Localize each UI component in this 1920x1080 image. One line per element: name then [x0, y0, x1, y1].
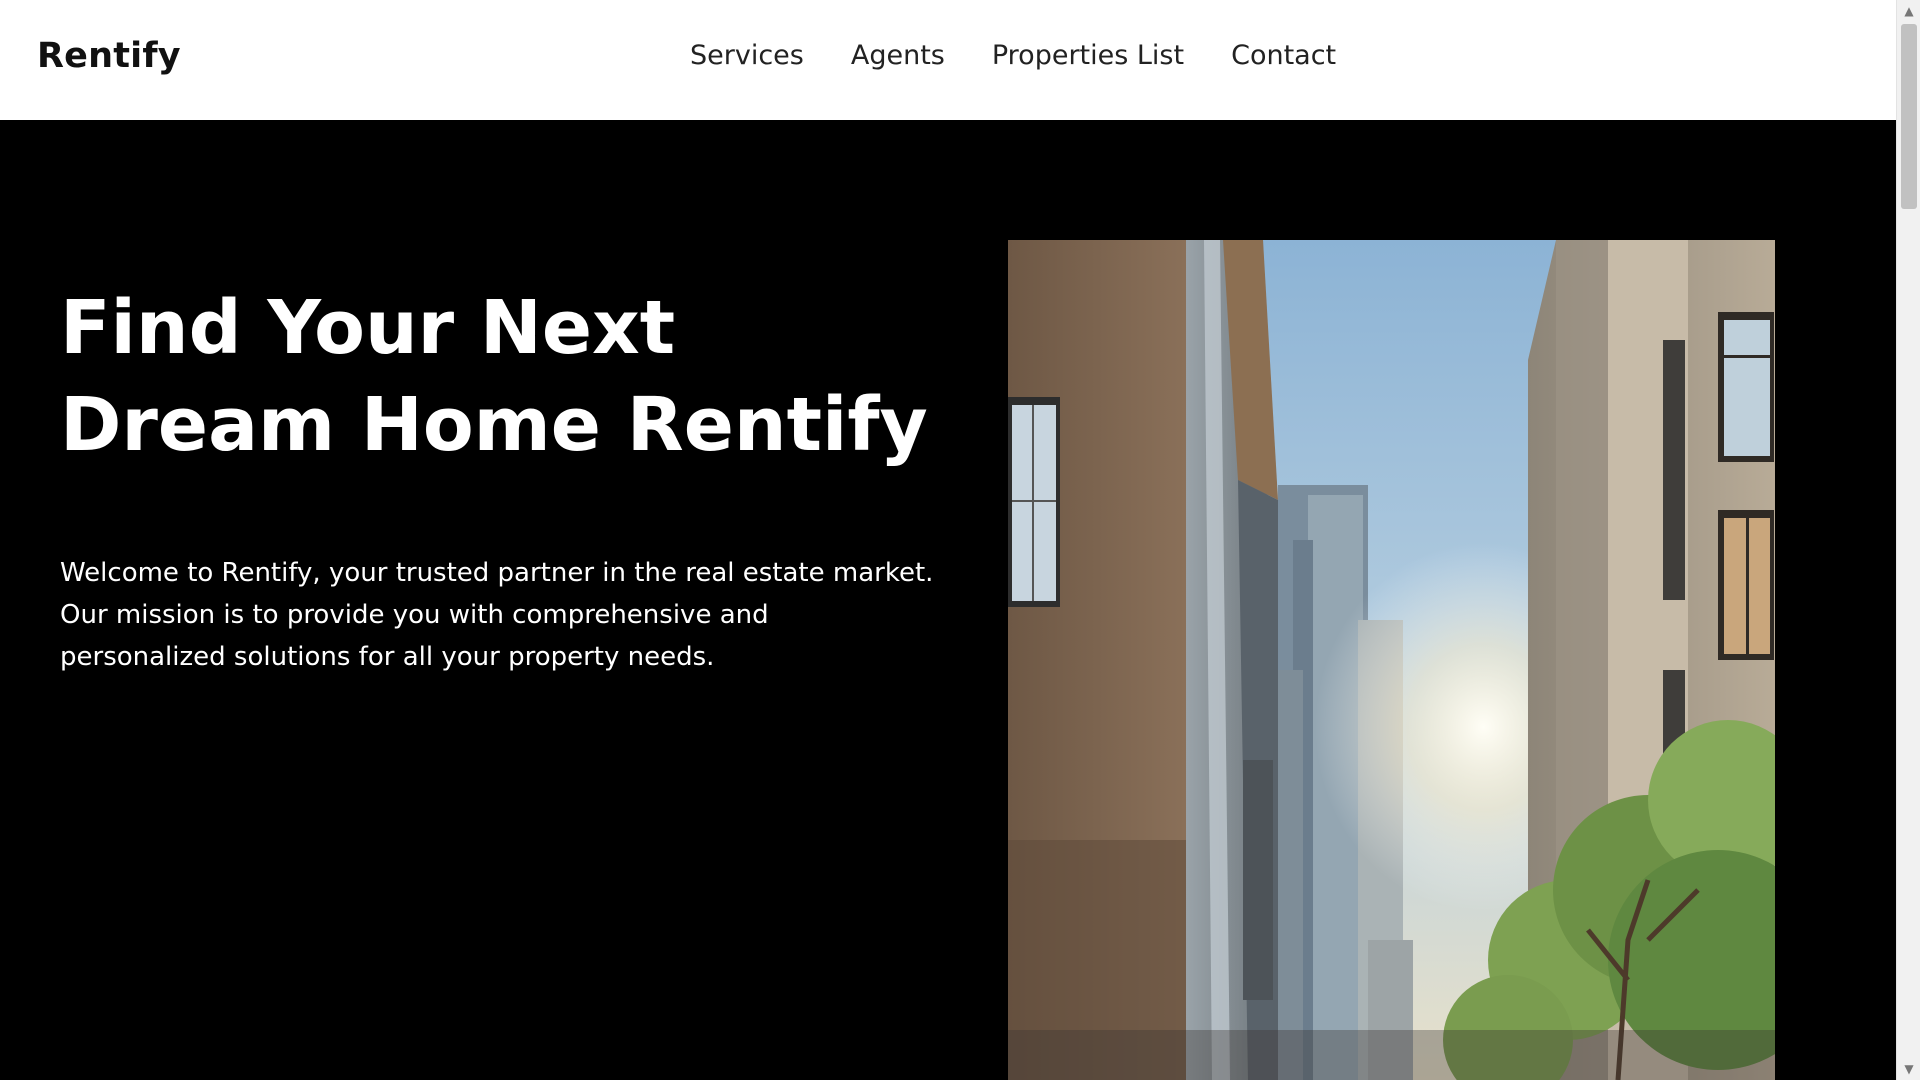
hero-title: Find Your Next Dream Home Rentify [60, 280, 960, 474]
city-street-illustration [1008, 240, 1775, 1080]
site-header: Rentify Services Agents Properties List … [0, 0, 1896, 120]
page: Rentify Services Agents Properties List … [0, 0, 1920, 1080]
scrollbar-thumb[interactable] [1901, 24, 1917, 209]
nav-item-properties-list[interactable]: Properties List [992, 40, 1184, 71]
nav-item-contact[interactable]: Contact [1231, 40, 1336, 71]
nav-item-agents[interactable]: Agents [851, 40, 945, 71]
brand-logo[interactable]: Rentify [37, 36, 181, 76]
hero-title-line-2: Dream Home Rentify [60, 382, 928, 468]
hero-city-image [1008, 240, 1775, 1080]
nav-item-services[interactable]: Services [690, 40, 804, 71]
chevron-up-icon[interactable]: ▲ [1897, 0, 1920, 22]
hero-description: Welcome to Rentify, your trusted partner… [60, 558, 934, 672]
hero-title-line-1: Find Your Next [60, 285, 676, 371]
main-nav: Services Agents Properties List Contact [690, 40, 1383, 71]
chevron-down-icon[interactable]: ▼ [1897, 1058, 1920, 1080]
hero-section: Find Your Next Dream Home Rentify Welcom… [0, 120, 1896, 1080]
vertical-scrollbar[interactable]: ▲ ▼ [1896, 0, 1920, 1080]
